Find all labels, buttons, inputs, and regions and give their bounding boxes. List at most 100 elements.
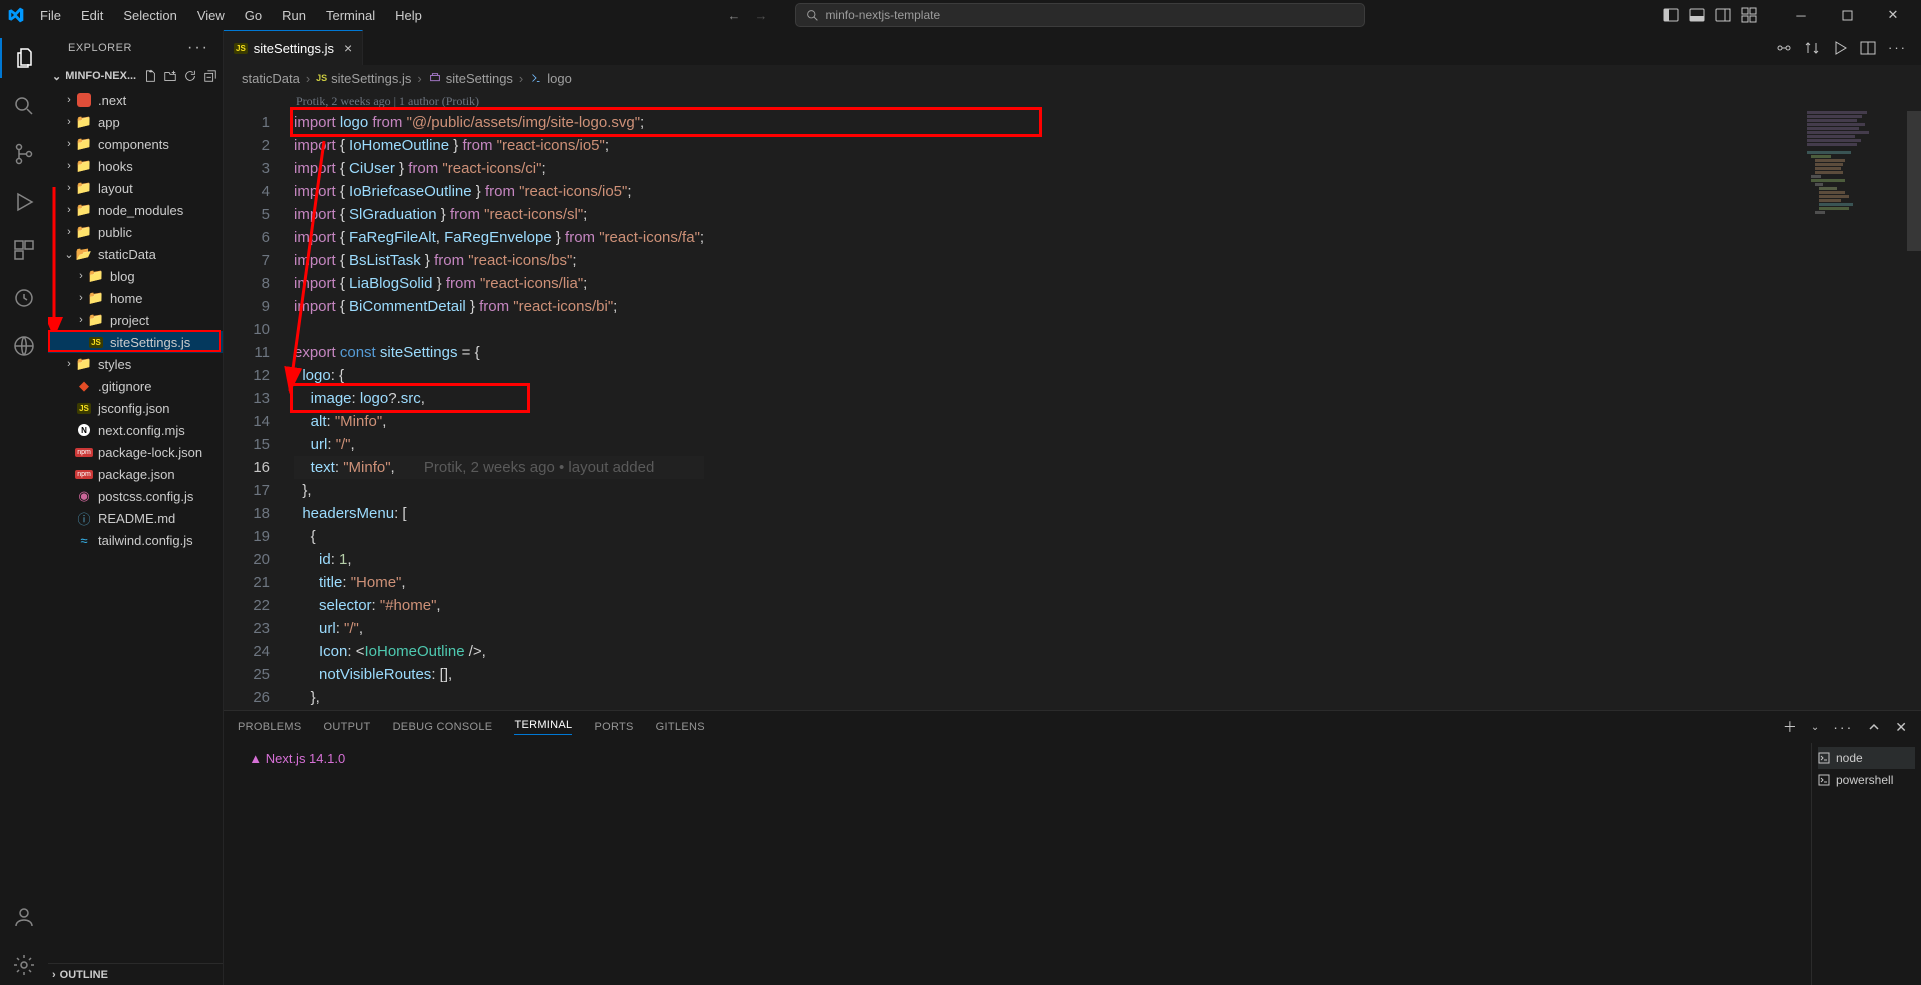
code-line[interactable]: notVisibleRoutes: [], bbox=[294, 663, 704, 686]
code-line[interactable]: export const siteSettings = { bbox=[294, 341, 704, 364]
code-line[interactable]: import { BsListTask } from "react-icons/… bbox=[294, 249, 704, 272]
code-line[interactable]: import { IoHomeOutline } from "react-ico… bbox=[294, 134, 704, 157]
activity-settings[interactable] bbox=[0, 945, 48, 985]
window-minimize-button[interactable]: ─ bbox=[1781, 0, 1821, 30]
tree-item-README-md[interactable]: ⓘREADME.md bbox=[48, 507, 223, 529]
tab-sitesettings[interactable]: JS siteSettings.js × bbox=[224, 30, 363, 65]
breadcrumb-item[interactable]: JSsiteSettings.js bbox=[316, 71, 411, 86]
code-line[interactable]: import { SlGraduation } from "react-icon… bbox=[294, 203, 704, 226]
code-line[interactable]: import { BiCommentDetail } from "react-i… bbox=[294, 295, 704, 318]
code-line[interactable]: text: "Minfo", Protik, 2 weeks ago • lay… bbox=[294, 456, 704, 479]
tree-item-siteSettings-js[interactable]: JSsiteSettings.js bbox=[48, 331, 223, 353]
menu-go[interactable]: Go bbox=[237, 5, 270, 26]
window-maximize-button[interactable] bbox=[1827, 0, 1867, 30]
tree-item-staticData[interactable]: ⌄📂staticData bbox=[48, 243, 223, 265]
code-line[interactable]: import { IoBriefcaseOutline } from "reac… bbox=[294, 180, 704, 203]
explorer-more-icon[interactable]: ··· bbox=[187, 39, 209, 57]
code-line[interactable]: Icon: <IoHomeOutline />, bbox=[294, 640, 704, 663]
tree-item-home[interactable]: ›📁home bbox=[48, 287, 223, 309]
panel-tab-debug-console[interactable]: DEBUG CONSOLE bbox=[393, 721, 493, 733]
panel-tab-problems[interactable]: PROBLEMS bbox=[238, 721, 302, 733]
code-line[interactable]: import { FaRegFileAlt, FaRegEnvelope } f… bbox=[294, 226, 704, 249]
panel-tab-gitlens[interactable]: GITLENS bbox=[656, 721, 705, 733]
layout-panel-icon[interactable] bbox=[1689, 7, 1705, 23]
customize-layout-icon[interactable] bbox=[1741, 7, 1757, 23]
tab-close-button[interactable]: × bbox=[344, 40, 352, 56]
tree-item-jsconfig-json[interactable]: JSjsconfig.json bbox=[48, 397, 223, 419]
tree-item-package-lock-json[interactable]: npmpackage-lock.json bbox=[48, 441, 223, 463]
panel-more-icon[interactable]: ··· bbox=[1833, 719, 1853, 735]
panel-close-icon[interactable]: ✕ bbox=[1895, 719, 1907, 736]
tree-item-package-json[interactable]: npmpackage.json bbox=[48, 463, 223, 485]
code-line[interactable]: id: 1, bbox=[294, 548, 704, 571]
code-line[interactable]: url: "/", bbox=[294, 433, 704, 456]
nav-forward-icon[interactable]: → bbox=[754, 8, 767, 23]
tree-item-postcss-config-js[interactable]: ◉postcss.config.js bbox=[48, 485, 223, 507]
menu-help[interactable]: Help bbox=[387, 5, 430, 26]
activity-debug[interactable] bbox=[0, 182, 48, 222]
breadcrumb-item[interactable]: staticData bbox=[242, 71, 300, 86]
tree-item--next[interactable]: ›.next bbox=[48, 89, 223, 111]
minimap-scroll-thumb[interactable] bbox=[1907, 111, 1921, 251]
breadcrumb-item[interactable]: siteSettings bbox=[428, 71, 513, 86]
code-line[interactable]: }, bbox=[294, 479, 704, 502]
code-line[interactable]: import logo from "@/public/assets/img/si… bbox=[294, 111, 704, 134]
panel-maximize-icon[interactable] bbox=[1867, 720, 1881, 734]
activity-extensions[interactable] bbox=[0, 230, 48, 270]
code-line[interactable]: import { LiaBlogSolid } from "react-icon… bbox=[294, 272, 704, 295]
minimap[interactable] bbox=[1807, 111, 1907, 331]
tree-item-tailwind-config-js[interactable]: ≈tailwind.config.js bbox=[48, 529, 223, 551]
breadcrumb[interactable]: staticData›JSsiteSettings.js›siteSetting… bbox=[224, 65, 1921, 91]
editor-more-icon[interactable]: ··· bbox=[1888, 40, 1907, 55]
menu-run[interactable]: Run bbox=[274, 5, 314, 26]
activity-gitlens[interactable] bbox=[0, 278, 48, 318]
terminal-item-powershell[interactable]: powershell bbox=[1818, 769, 1915, 791]
codelens-authors[interactable]: Protik, 2 weeks ago | 1 author (Protik) bbox=[224, 91, 1921, 111]
code-line[interactable]: alt: "Minfo", bbox=[294, 410, 704, 433]
refresh-icon[interactable] bbox=[183, 69, 197, 83]
menu-file[interactable]: File bbox=[32, 5, 69, 26]
tree-item-app[interactable]: ›📁app bbox=[48, 111, 223, 133]
tree-item-blog[interactable]: ›📁blog bbox=[48, 265, 223, 287]
tree-item--gitignore[interactable]: ◆.gitignore bbox=[48, 375, 223, 397]
tree-item-next-config-mjs[interactable]: Nnext.config.mjs bbox=[48, 419, 223, 441]
tree-item-node_modules[interactable]: ›📁node_modules bbox=[48, 199, 223, 221]
gitlens-toggle-icon[interactable] bbox=[1776, 40, 1792, 56]
layout-sidebar-right-icon[interactable] bbox=[1715, 7, 1731, 23]
menu-selection[interactable]: Selection bbox=[115, 5, 184, 26]
split-editor-icon[interactable] bbox=[1860, 40, 1876, 56]
code-line[interactable]: title: "Home", bbox=[294, 571, 704, 594]
workspace-section-header[interactable]: ⌄ MINFO-NEX... bbox=[48, 65, 223, 87]
tree-item-project[interactable]: ›📁project bbox=[48, 309, 223, 331]
command-center[interactable]: minfo-nextjs-template bbox=[795, 3, 1365, 27]
code-line[interactable]: url: "/", bbox=[294, 617, 704, 640]
new-file-icon[interactable] bbox=[143, 69, 157, 83]
code-line[interactable] bbox=[294, 318, 704, 341]
code-line[interactable]: selector: "#home", bbox=[294, 594, 704, 617]
new-folder-icon[interactable] bbox=[163, 69, 177, 83]
terminal-output[interactable]: ▲ Next.js 14.1.0 bbox=[224, 743, 1811, 985]
terminal-new-icon[interactable]: ＋ bbox=[1783, 717, 1797, 737]
code-line[interactable]: }, bbox=[294, 686, 704, 709]
tree-item-hooks[interactable]: ›📁hooks bbox=[48, 155, 223, 177]
run-icon[interactable] bbox=[1832, 40, 1848, 56]
panel-tab-terminal[interactable]: TERMINAL bbox=[514, 719, 572, 735]
panel-tab-output[interactable]: OUTPUT bbox=[324, 721, 371, 733]
code-line[interactable]: image: logo?.src, bbox=[294, 387, 704, 410]
activity-scm[interactable] bbox=[0, 134, 48, 174]
outline-section-header[interactable]: › OUTLINE bbox=[48, 963, 223, 985]
tree-item-components[interactable]: ›📁components bbox=[48, 133, 223, 155]
activity-account[interactable] bbox=[0, 897, 48, 937]
menu-terminal[interactable]: Terminal bbox=[318, 5, 383, 26]
terminal-new-dropdown-icon[interactable]: ⌄ bbox=[1811, 722, 1819, 733]
code-editor[interactable]: import logo from "@/public/assets/img/si… bbox=[294, 111, 704, 710]
nav-back-icon[interactable]: ← bbox=[727, 8, 740, 23]
code-line[interactable]: headersMenu: [ bbox=[294, 502, 704, 525]
menu-edit[interactable]: Edit bbox=[73, 5, 111, 26]
menu-view[interactable]: View bbox=[189, 5, 233, 26]
collapse-all-icon[interactable] bbox=[203, 69, 217, 83]
activity-search[interactable] bbox=[0, 86, 48, 126]
layout-sidebar-left-icon[interactable] bbox=[1663, 7, 1679, 23]
tree-item-layout[interactable]: ›📁layout bbox=[48, 177, 223, 199]
terminal-item-node[interactable]: node bbox=[1818, 747, 1915, 769]
